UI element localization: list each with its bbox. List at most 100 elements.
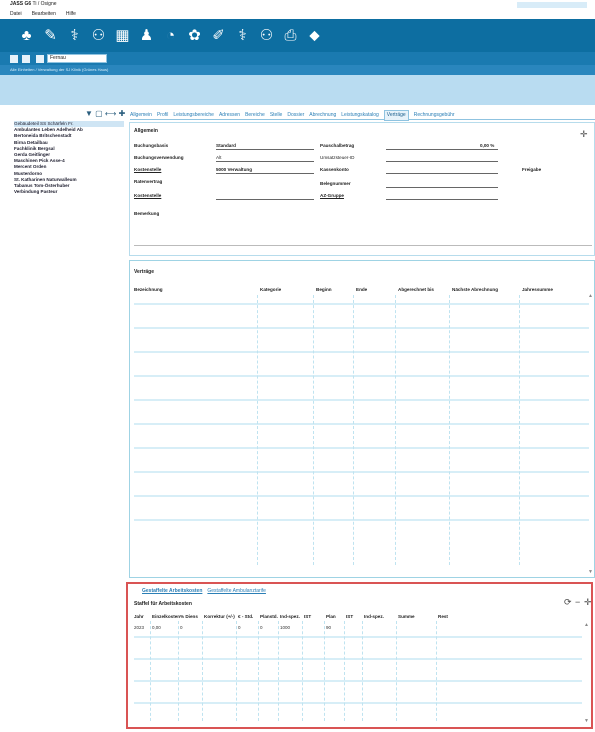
menu-edit[interactable]: Bearbeiten (32, 11, 56, 17)
calc-scroll-down-icon[interactable]: ▼ (584, 718, 589, 724)
unit-field[interactable]: Fernau (47, 54, 107, 63)
scroll-up-icon[interactable]: ▲ (588, 293, 593, 299)
tree-toolbar[interactable]: ▼ ▢ ⟷ ✚ (85, 109, 125, 118)
calc-col-header[interactable]: € - Std. (238, 614, 253, 619)
add-icon[interactable]: ✛ (580, 129, 588, 140)
document-number-line (386, 187, 498, 188)
folder-icon[interactable] (36, 55, 44, 63)
calc-scroll-up-icon[interactable]: ▲ (584, 622, 589, 628)
title-bar: JASS G6 Ti / Osigne (0, 0, 595, 10)
general-panel: Allgemein ✛ Buchungsbasis Standard Buchu… (129, 122, 595, 256)
approval-label: Freigabe (522, 167, 542, 172)
scroll-down-icon[interactable]: ▼ (588, 569, 593, 575)
cost-center-value[interactable]: 5000 Verwaltung (216, 167, 252, 172)
contracts-row[interactable] (134, 399, 589, 401)
calc-cell[interactable]: 1000 (280, 625, 290, 630)
contracts-col-header[interactable]: Beginn (316, 287, 332, 292)
contracts-col-header[interactable]: Abgerechnet bis (398, 287, 434, 292)
booking-basis-value[interactable]: Standard (216, 143, 236, 148)
contracts-col-header[interactable]: Jahressumme (522, 287, 553, 292)
add-row-icon[interactable]: ✛ (584, 597, 592, 608)
calc-col-header[interactable]: Plan (326, 614, 336, 619)
refresh-icon[interactable]: ⟳ (564, 597, 572, 608)
calc-cell[interactable]: 0 (180, 625, 183, 630)
person-icon[interactable]: ♟ (138, 27, 155, 44)
tab-1[interactable]: Profil (157, 111, 168, 120)
calculation-panel: Gestaffelte Arbeitskosten Gestaffelte Amb… (126, 582, 593, 729)
calc-col-header[interactable]: Einzelkosten (152, 614, 180, 619)
calc-cell[interactable]: 2023 (134, 625, 144, 630)
network-icon[interactable]: ⚇ (258, 27, 275, 44)
window-controls[interactable] (517, 2, 587, 8)
contracts-col-header[interactable]: Kategorie (260, 287, 281, 292)
calc-col-header[interactable]: Planstd. (260, 614, 278, 619)
calc-col-header[interactable]: Korrektur (+/-) (204, 614, 235, 619)
edit-icon[interactable]: ✐ (210, 27, 227, 44)
calc-col-header[interactable]: Rest (438, 614, 448, 619)
installment-label: Ratenvertrag (134, 179, 163, 184)
contracts-row[interactable] (134, 423, 589, 425)
contracts-col-header[interactable]: Ende (356, 287, 367, 292)
back-icon[interactable] (10, 55, 18, 63)
tab-0[interactable]: Allgemein (130, 111, 152, 120)
stethoscope-icon[interactable]: ⚕ (66, 27, 83, 44)
tag-icon[interactable]: ⬥ (306, 27, 323, 44)
contracts-col-header[interactable]: Nächste Abrechnung (452, 287, 498, 292)
calc-col-header[interactable]: IST (346, 614, 353, 619)
main-toolbar: ♣ ✎ ⚕ ⚇ ▦ ♟ ◔ ✿ ✐ ⚕ ⚇ ⎙ ⬥ (0, 19, 595, 52)
calc-tab-1[interactable]: Gestaffelte Ambulanztarife (207, 588, 266, 594)
gear-icon[interactable]: ✿ (186, 27, 203, 44)
cost-center2-label[interactable]: Kostenstelle (134, 193, 161, 198)
az-group-label[interactable]: AZ-Gruppe (320, 193, 344, 198)
contracts-row[interactable] (134, 327, 589, 329)
calendar-icon[interactable]: ▦ (114, 27, 131, 44)
chart-pie-icon[interactable]: ◔ (162, 27, 179, 44)
calc-col-header[interactable]: Summe (398, 614, 415, 619)
calc-col-divider (258, 621, 259, 721)
tab-4[interactable]: Bereiche (245, 111, 265, 120)
calc-col-header[interactable]: IST (304, 614, 311, 619)
calc-col-divider (278, 621, 279, 721)
calc-cell[interactable]: 0,00 (152, 625, 161, 630)
menu-file[interactable]: Datei (10, 11, 22, 17)
contracts-row[interactable] (134, 519, 589, 521)
menu-help[interactable]: Hilfe (66, 11, 76, 17)
calc-col-divider (362, 621, 363, 721)
contracts-row[interactable] (134, 471, 589, 473)
calc-cell[interactable]: 0 (238, 625, 241, 630)
calc-tab-0[interactable]: Gestaffelte Arbeitskosten (142, 588, 202, 594)
contracts-row[interactable] (134, 351, 589, 353)
contracts-row[interactable] (134, 303, 589, 305)
flat-rate-value[interactable]: 0,00 % (480, 143, 494, 148)
booking-usage-value[interactable]: Alt (216, 155, 221, 160)
calc-col-header[interactable]: Ind-spez. (364, 614, 384, 619)
sitemap-icon[interactable]: ⚇ (90, 27, 107, 44)
tab-6[interactable]: Dossier (287, 111, 304, 120)
pen-icon[interactable]: ✎ (42, 27, 59, 44)
tab-5[interactable]: Stelle (270, 111, 283, 120)
calc-cell[interactable]: 90 (326, 625, 331, 630)
tab-10[interactable]: Rechnungsgebühr (414, 111, 455, 120)
booking-usage-label: Buchungsverwendung (134, 155, 184, 160)
home-icon[interactable] (22, 55, 30, 63)
vat-id-line (386, 161, 498, 162)
calc-col-header[interactable]: % Diens (180, 614, 198, 619)
tab-2[interactable]: Leistungsbereiche (173, 111, 214, 120)
tab-3[interactable]: Adressen (219, 111, 240, 120)
contracts-row[interactable] (134, 447, 589, 449)
calc-cell[interactable]: 0 (260, 625, 263, 630)
tab-9[interactable]: Verträge (383, 110, 409, 121)
contracts-row[interactable] (134, 495, 589, 497)
contracts-col-header[interactable]: Bezeichnung (134, 287, 163, 292)
sidebar-item[interactable]: Verbindung Pasteur (14, 189, 124, 195)
doctor-icon[interactable]: ⚕ (234, 27, 251, 44)
cost-center-label[interactable]: Kostenstelle (134, 167, 161, 172)
tab-7[interactable]: Abrechnung (309, 111, 336, 120)
tab-8[interactable]: Leistungskatalog (341, 111, 379, 120)
calc-col-header[interactable]: Jahr (134, 614, 144, 619)
users-icon[interactable]: ♣ (18, 27, 35, 44)
contracts-row[interactable] (134, 375, 589, 377)
remove-icon[interactable]: − (575, 597, 580, 607)
printer-icon[interactable]: ⎙ (282, 27, 299, 44)
calc-col-header[interactable]: Ind-spez. (280, 614, 300, 619)
